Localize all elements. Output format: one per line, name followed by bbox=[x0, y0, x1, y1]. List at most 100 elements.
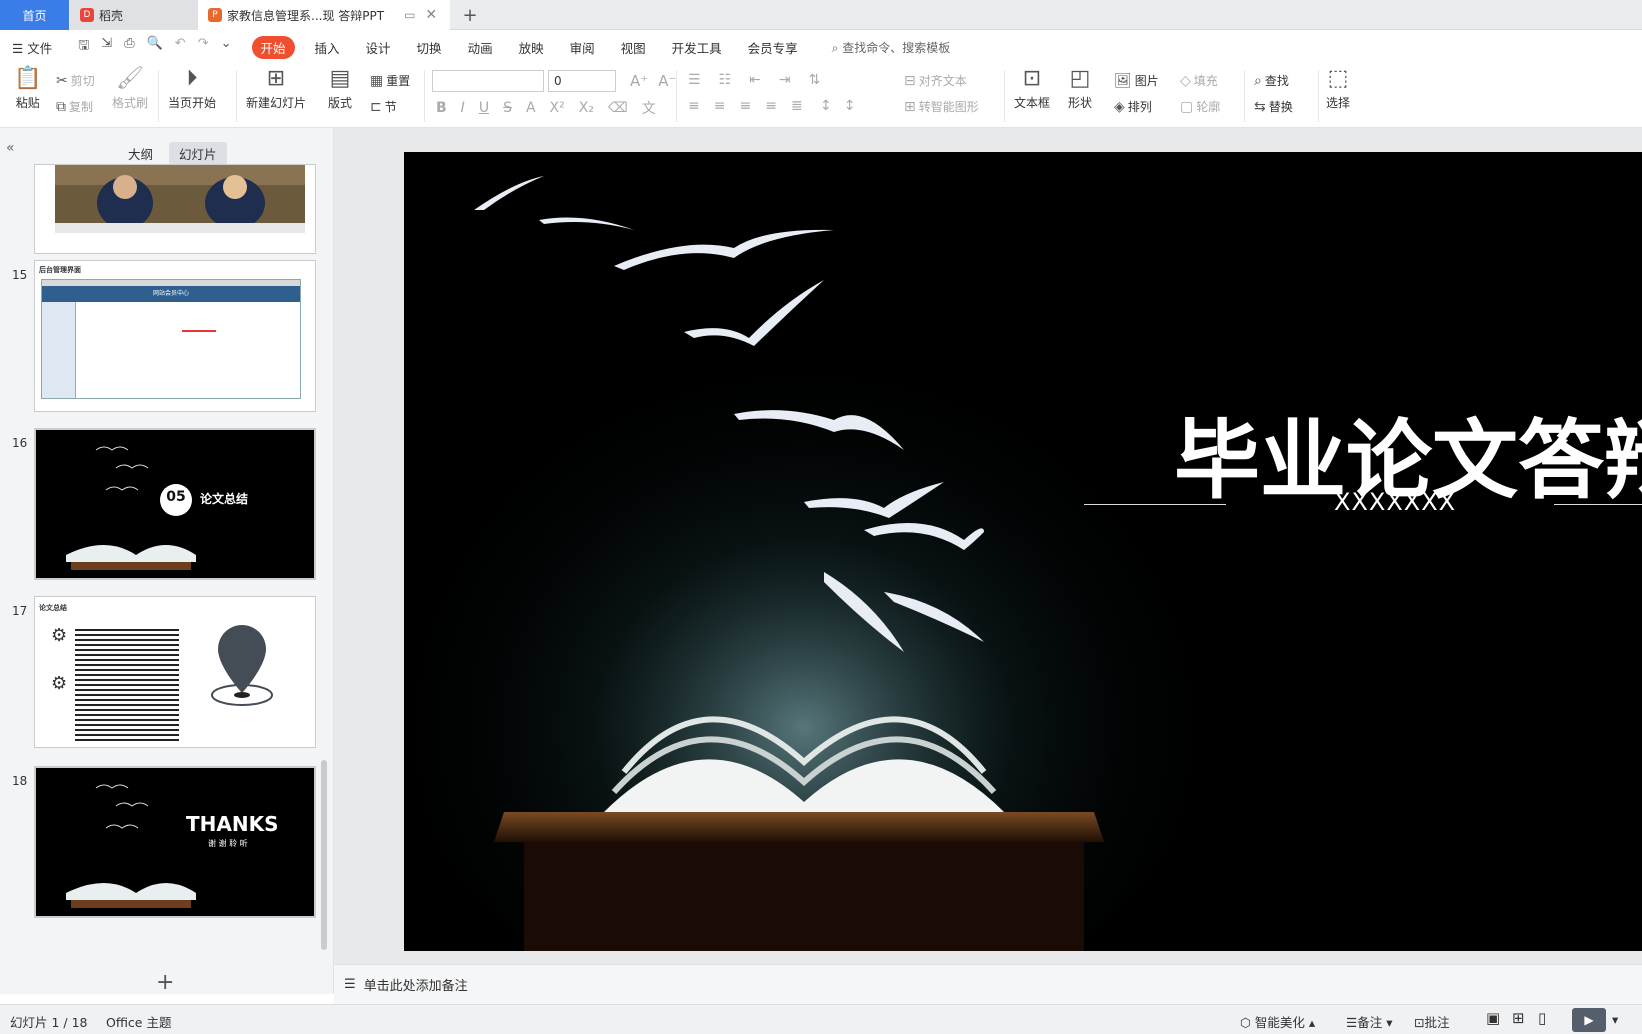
tab-home[interactable]: 首页 bbox=[0, 0, 69, 30]
slide-thumbnail-18[interactable]: THANKS 谢 谢 聆 听 bbox=[34, 766, 316, 918]
cut-button[interactable]: ✂ 剪切 bbox=[56, 72, 95, 89]
tab-insert[interactable]: 插入 bbox=[315, 38, 340, 57]
superscript-icon[interactable]: X² bbox=[550, 100, 565, 116]
textbox-button[interactable]: ⊡ 文本框 bbox=[1014, 68, 1050, 111]
cut-label: 剪切 bbox=[70, 74, 95, 88]
tab-outline[interactable]: 大纲 bbox=[118, 142, 163, 165]
fill-button[interactable]: ◇ 填充 bbox=[1180, 72, 1218, 89]
font-grow-shrink[interactable]: A⁺ A⁻ bbox=[630, 72, 676, 90]
align-text-button[interactable]: ⊟ 对齐文本 bbox=[904, 72, 967, 89]
align-center-icon[interactable]: ≡ bbox=[714, 98, 726, 114]
tab-slideshow[interactable]: 放映 bbox=[519, 38, 544, 57]
start-from-current-button[interactable]: ⏵ 当页开始 bbox=[168, 68, 216, 111]
undo-icon[interactable]: ↶ bbox=[175, 36, 186, 58]
tab-member[interactable]: 会员专享 bbox=[748, 38, 798, 57]
sorter-view-icon[interactable]: ⊞ bbox=[1512, 1009, 1525, 1027]
italic-icon[interactable]: I bbox=[461, 100, 465, 116]
comments-toggle[interactable]: ⊡批注 bbox=[1414, 1012, 1450, 1031]
subscript-icon[interactable]: X₂ bbox=[579, 100, 594, 116]
shape-button[interactable]: ◰ 形状 bbox=[1068, 68, 1092, 111]
underline-icon[interactable]: U bbox=[479, 100, 489, 116]
textbox-icon: ⊡ bbox=[1022, 66, 1042, 91]
close-icon[interactable]: ✕ bbox=[425, 7, 437, 23]
line-spacing-icon[interactable]: ↕ bbox=[820, 98, 832, 114]
reset-button[interactable]: ▦ 重置 bbox=[370, 72, 410, 89]
smartart-button[interactable]: ⊞ 转智能图形 bbox=[904, 98, 979, 115]
bold-icon[interactable]: B bbox=[436, 100, 447, 116]
font-family-select[interactable] bbox=[432, 70, 544, 92]
arrange-button[interactable]: ◈ 排列 bbox=[1114, 98, 1152, 115]
export-icon[interactable]: ⇲ bbox=[101, 36, 112, 58]
collapse-panel-icon[interactable]: « bbox=[6, 140, 15, 156]
play-slideshow-button[interactable]: ▶ bbox=[1572, 1008, 1606, 1032]
find-button[interactable]: ⌕ 查找 bbox=[1254, 72, 1289, 89]
tab-transition[interactable]: 切换 bbox=[417, 38, 442, 57]
tab-design[interactable]: 设计 bbox=[366, 38, 391, 57]
save-icon[interactable]: 🖫 bbox=[78, 36, 89, 58]
new-tab-button[interactable]: + bbox=[455, 0, 485, 30]
more-icon[interactable]: ⌄ bbox=[221, 36, 232, 58]
font-grow-icon[interactable]: A⁺ bbox=[630, 72, 648, 90]
align-left-icon[interactable]: ≡ bbox=[688, 98, 700, 114]
slide-number: 17 bbox=[12, 604, 28, 618]
notes-toggle[interactable]: ☰备注 ▾ bbox=[1346, 1012, 1392, 1031]
align-right-icon[interactable]: ≡ bbox=[739, 98, 751, 114]
paragraph-spacing-icon[interactable]: ↕ bbox=[844, 98, 856, 114]
indent-increase-icon[interactable]: ⇥ bbox=[779, 72, 791, 88]
tab-developer[interactable]: 开发工具 bbox=[672, 38, 722, 57]
picture-button[interactable]: 🖼 图片 bbox=[1114, 72, 1159, 89]
font-shrink-icon[interactable]: A⁻ bbox=[658, 72, 676, 90]
redo-icon[interactable]: ↷ bbox=[198, 36, 209, 58]
slide-subtitle[interactable]: XXXXXXX bbox=[1334, 488, 1456, 516]
outline-button[interactable]: ▢ 轮廓 bbox=[1180, 98, 1220, 115]
add-slide-button[interactable]: + bbox=[156, 970, 174, 995]
play-options-icon[interactable]: ▾ bbox=[1612, 1012, 1618, 1027]
eraser-icon[interactable]: ⌫ bbox=[608, 100, 628, 116]
reading-view-icon[interactable]: ▯ bbox=[1538, 1009, 1546, 1027]
select-button[interactable]: ⬚ 选择 bbox=[1326, 68, 1350, 111]
tab-slides[interactable]: 幻灯片 bbox=[169, 142, 227, 165]
tab-start[interactable]: 开始 bbox=[251, 35, 295, 59]
tab-docer[interactable]: D 稻壳 bbox=[70, 0, 198, 30]
layout-label: 版式 bbox=[328, 96, 353, 110]
text-direction-icon[interactable]: ⇅ bbox=[809, 72, 821, 88]
format-painter-button[interactable]: 🖌 格式刷 bbox=[112, 68, 148, 111]
paste-button[interactable]: 📋 粘贴 bbox=[14, 68, 41, 111]
command-search[interactable]: ⌕ 查找命令、搜索模板 bbox=[832, 39, 951, 56]
phonetic-icon[interactable]: 文 bbox=[642, 98, 656, 118]
slide-thumbnail-16[interactable]: 05 论文总结 bbox=[34, 428, 316, 580]
bullet-list-icon[interactable]: ☰ bbox=[688, 72, 701, 88]
file-menu[interactable]: ☰ 文件 bbox=[12, 38, 52, 57]
preview-icon[interactable]: 🔍 bbox=[147, 36, 163, 58]
font-size-select[interactable]: 0 bbox=[548, 70, 616, 92]
copy-button[interactable]: ⧉ 复制 bbox=[56, 98, 93, 115]
search-placeholder: 查找命令、搜索模板 bbox=[842, 40, 951, 55]
window-icon[interactable]: ▭ bbox=[404, 8, 415, 22]
indent-decrease-icon[interactable]: ⇤ bbox=[749, 72, 761, 88]
panel-scrollbar[interactable] bbox=[321, 760, 327, 950]
tab-animation[interactable]: 动画 bbox=[468, 38, 493, 57]
tab-view[interactable]: 视图 bbox=[621, 38, 646, 57]
strikethrough-icon[interactable]: S bbox=[503, 100, 512, 116]
fill-label: 填充 bbox=[1193, 74, 1218, 88]
scissors-icon: ✂ bbox=[56, 72, 68, 89]
beautify-button[interactable]: ⬡ 智能美化 ▴ bbox=[1240, 1012, 1315, 1031]
tab-review[interactable]: 审阅 bbox=[570, 38, 595, 57]
distribute-icon[interactable]: ≣ bbox=[791, 98, 803, 114]
current-slide[interactable]: 毕业论文答辩 XXXXXXX bbox=[404, 152, 1642, 951]
font-color-icon[interactable]: A bbox=[526, 100, 536, 116]
justify-icon[interactable]: ≡ bbox=[765, 98, 777, 114]
print-icon[interactable]: ⎙ bbox=[124, 36, 134, 58]
tab-document[interactable]: P 家教信息管理系...现 答辩PPT ▭ ✕ bbox=[198, 0, 450, 30]
normal-view-icon[interactable]: ▣ bbox=[1486, 1009, 1500, 1027]
replace-button[interactable]: ⇆ 替换 bbox=[1254, 98, 1293, 115]
numbered-list-icon[interactable]: ☷ bbox=[719, 72, 732, 88]
slide-thumbnail-14[interactable] bbox=[34, 164, 316, 254]
theme-name[interactable]: Office 主题 bbox=[106, 1012, 171, 1031]
slide-thumbnail-15[interactable]: 后台管理界面 网站会员中心 bbox=[34, 260, 316, 412]
layout-button[interactable]: ▤ 版式 bbox=[328, 68, 352, 111]
notes-area[interactable]: ☰ 单击此处添加备注 bbox=[334, 964, 1642, 1004]
new-slide-button[interactable]: ⊞ 新建幻灯片 bbox=[246, 68, 306, 111]
section-button[interactable]: ⊏ 节 bbox=[370, 98, 397, 115]
slide-thumbnail-17[interactable]: 论文总结 ⚙ ⚙ bbox=[34, 596, 316, 748]
